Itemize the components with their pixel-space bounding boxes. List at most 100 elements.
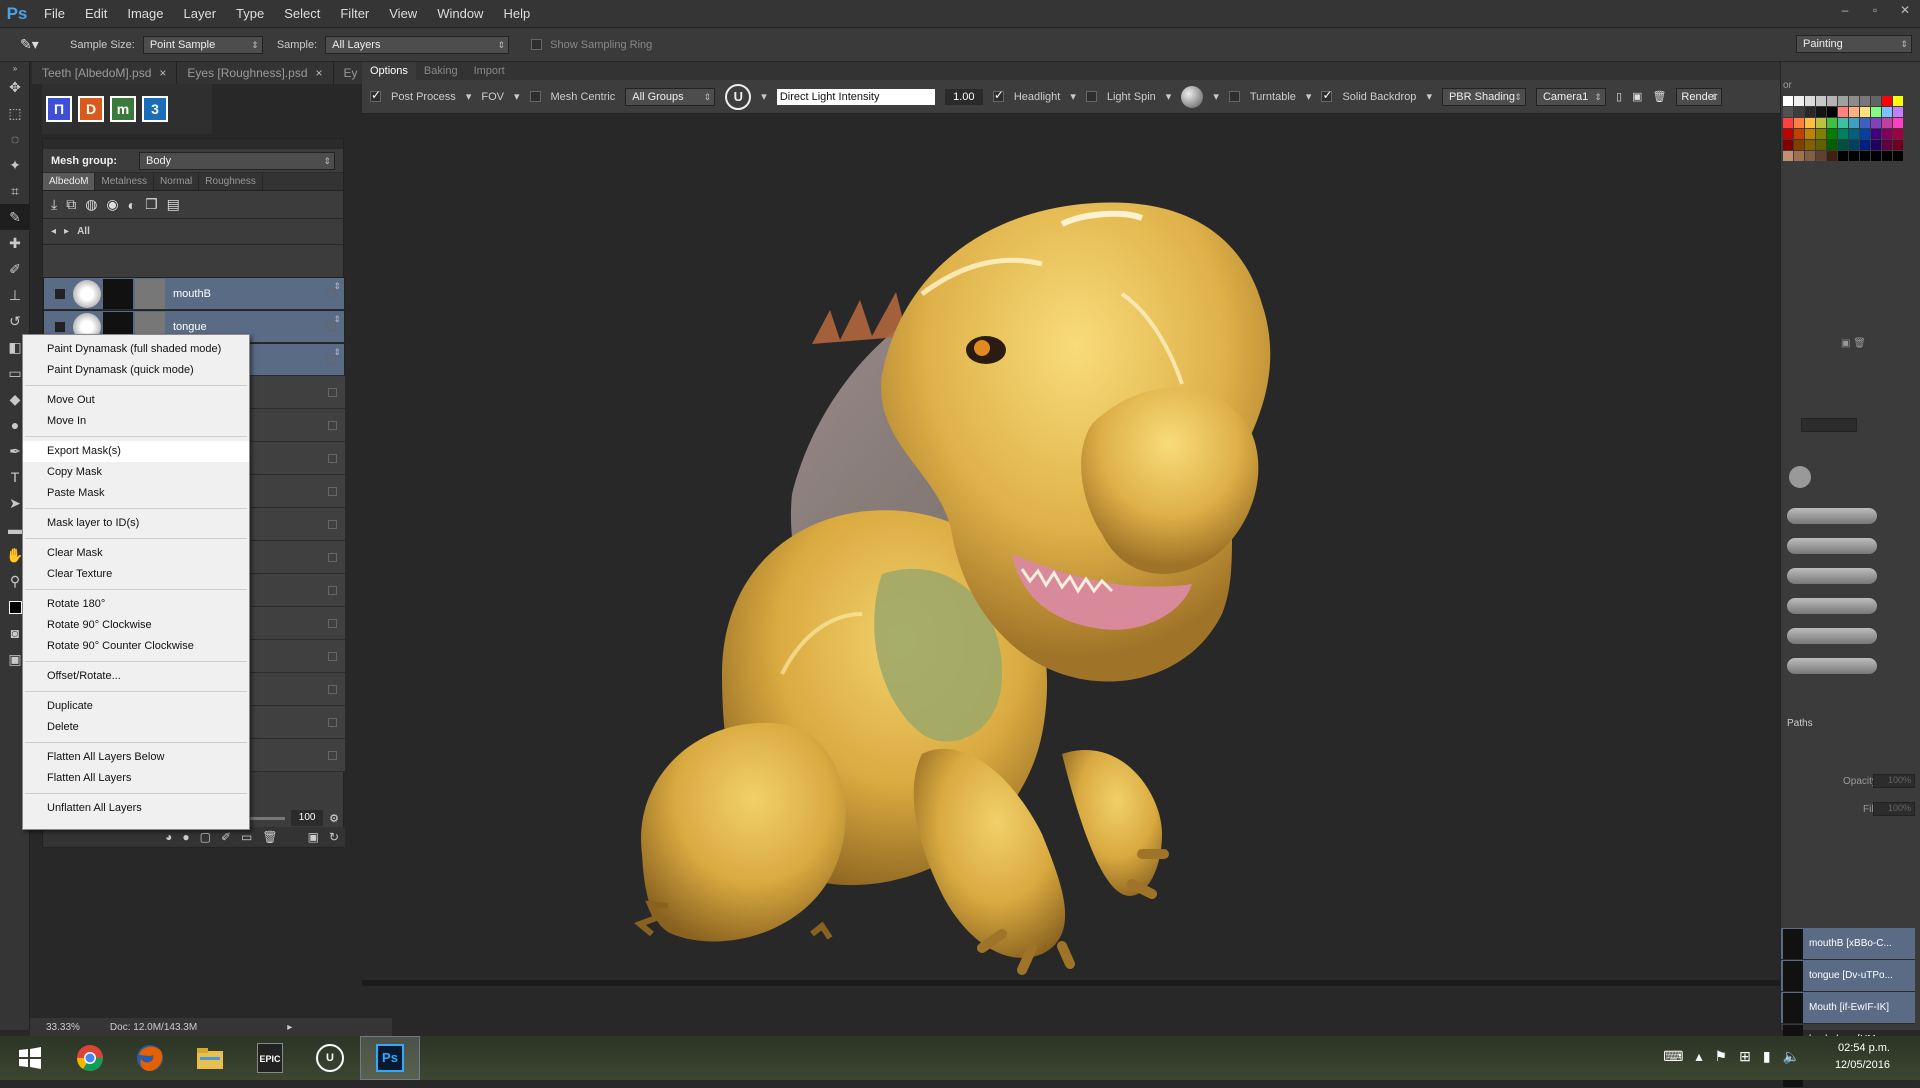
color-swatch[interactable]	[1871, 96, 1881, 106]
brush-size-field[interactable]	[1801, 418, 1857, 432]
zoom-level[interactable]: 33.33%	[46, 1022, 80, 1033]
layer-checkbox[interactable]	[328, 387, 337, 397]
color-swatch[interactable]	[1871, 129, 1881, 139]
marquee-tool-icon[interactable]: ⬚	[0, 100, 30, 126]
layer-checkbox[interactable]	[327, 355, 336, 364]
tab-options[interactable]: Options	[362, 62, 416, 80]
menu-item-clear-texture[interactable]: Clear Texture	[23, 564, 249, 585]
keyboard-icon[interactable]: ⌨	[1663, 1048, 1683, 1065]
render-button[interactable]: Render	[1676, 87, 1723, 106]
color-swatch[interactable]	[1882, 151, 1892, 161]
solid-backdrop-checkbox[interactable]	[1321, 91, 1333, 102]
layer-checkbox[interactable]	[328, 585, 337, 595]
menu-item-duplicate[interactable]: Duplicate	[23, 696, 249, 717]
new-fill-icon[interactable]: ◕	[165, 830, 172, 844]
color-swatch[interactable]	[1816, 140, 1826, 150]
color-swatch[interactable]	[1860, 151, 1870, 161]
color-swatch[interactable]	[1882, 140, 1892, 150]
status-arrow-icon[interactable]: ▸	[287, 1022, 292, 1033]
color-swatch[interactable]	[1783, 129, 1793, 139]
menu-view[interactable]: View	[379, 6, 427, 21]
settings-icon[interactable]: ⚙	[329, 812, 339, 825]
close-icon[interactable]: ✕	[1890, 0, 1920, 22]
document-icon[interactable]: ▯	[1616, 90, 1622, 103]
layer-checkbox[interactable]	[328, 519, 337, 529]
color-swatch[interactable]	[1794, 140, 1804, 150]
color-swatch[interactable]	[1827, 107, 1837, 117]
color-swatch[interactable]	[1838, 151, 1848, 161]
flag-icon[interactable]: ⚑	[1715, 1048, 1728, 1065]
mari-icon[interactable]: m	[110, 96, 136, 122]
color-swatch[interactable]	[1882, 107, 1892, 117]
layer-opacity-field[interactable]: 100%	[1873, 774, 1915, 788]
color-swatch[interactable]	[1893, 118, 1903, 128]
color-swatch[interactable]	[1838, 118, 1848, 128]
ps-layer-row[interactable]: Mouth [if-EwIF-IK]	[1781, 992, 1915, 1024]
sample-size-select[interactable]: Point Sample	[142, 35, 263, 54]
light-param-field[interactable]: Direct Light Intensity	[776, 88, 935, 105]
layer-checkbox[interactable]	[327, 289, 336, 298]
tab-baking[interactable]: Baking	[416, 62, 466, 80]
menu-item-move-in[interactable]: Move In	[23, 411, 249, 432]
brush-tool-icon[interactable]: ✐	[0, 256, 30, 282]
color-swatch[interactable]	[1871, 140, 1881, 150]
color-swatch[interactable]	[1816, 118, 1826, 128]
channel-tab-roughness[interactable]: Roughness	[199, 173, 263, 190]
menu-help[interactable]: Help	[493, 6, 540, 21]
color-swatch[interactable]	[1893, 151, 1903, 161]
color-swatch[interactable]	[1860, 96, 1870, 106]
light-spin-checkbox[interactable]	[1085, 91, 1097, 102]
color-swatch[interactable]	[1783, 118, 1793, 128]
menu-file[interactable]: File	[34, 6, 75, 21]
color-swatch[interactable]	[1893, 129, 1903, 139]
color-swatch[interactable]	[1794, 107, 1804, 117]
nav-back-icon[interactable]: ◂	[51, 226, 56, 237]
color-swatch[interactable]	[1816, 107, 1826, 117]
menu-layer[interactable]: Layer	[174, 6, 227, 21]
ps-layer-row[interactable]: mouthB [xBBo-C...	[1781, 928, 1915, 960]
menu-item-paint-dynamask-quick-mode[interactable]: Paint Dynamask (quick mode)	[23, 360, 249, 381]
color-swatch[interactable]	[1827, 96, 1837, 106]
color-swatch[interactable]	[1860, 129, 1870, 139]
color-swatch[interactable]	[1849, 107, 1859, 117]
color-swatch[interactable]	[1827, 151, 1837, 161]
epic-games-icon[interactable]: EPIC	[240, 1036, 300, 1080]
save-camera-icon[interactable]: ▣	[1632, 90, 1642, 103]
restore-icon[interactable]: ▫	[1860, 0, 1890, 22]
layer-checkbox[interactable]	[328, 750, 337, 760]
substance-designer-icon[interactable]: D	[78, 96, 104, 122]
menu-item-export-mask-s[interactable]: Export Mask(s)	[23, 441, 249, 462]
groups-select[interactable]: All Groups	[625, 87, 716, 106]
eyedropper-tool-icon[interactable]: ✎	[0, 204, 30, 230]
file-explorer-icon[interactable]	[180, 1036, 240, 1080]
doc-tab-teeth[interactable]: Teeth [AlbedoM].psd ×	[32, 62, 178, 84]
layer-checkbox[interactable]	[328, 684, 337, 694]
history-brush-icon[interactable]: ↺	[0, 308, 30, 334]
menu-item-paste-mask[interactable]: Paste Mask	[23, 483, 249, 504]
3d-scene[interactable]	[362, 114, 1780, 986]
menu-item-rotate-180[interactable]: Rotate 180°	[23, 594, 249, 615]
color-swatch[interactable]	[1849, 96, 1859, 106]
layer-checkbox[interactable]	[328, 618, 337, 628]
substance-painter-icon[interactable]: П	[46, 96, 72, 122]
paths-tab[interactable]: Paths	[1787, 718, 1813, 729]
color-swatch[interactable]	[1860, 140, 1870, 150]
color-swatch[interactable]	[1871, 107, 1881, 117]
menu-item-flatten-all-layers-below[interactable]: Flatten All Layers Below	[23, 747, 249, 768]
magic-wand-tool-icon[interactable]: ✦	[0, 152, 30, 178]
color-swatch[interactable]	[1827, 118, 1837, 128]
layer-checkbox[interactable]	[328, 552, 337, 562]
color-swatch[interactable]	[1794, 151, 1804, 161]
unreal-engine-icon[interactable]: U	[300, 1036, 360, 1080]
layer-fill-field[interactable]: 100%	[1873, 802, 1915, 816]
firefox-icon[interactable]	[120, 1036, 180, 1080]
color-swatch[interactable]	[1871, 118, 1881, 128]
layer-checkbox[interactable]	[328, 420, 337, 430]
import-icon[interactable]: ⤓	[51, 196, 57, 213]
menu-item-rotate-90-clockwise[interactable]: Rotate 90° Clockwise	[23, 615, 249, 636]
post-process-checkbox[interactable]	[370, 91, 381, 102]
menu-item-clear-mask[interactable]: Clear Mask	[23, 543, 249, 564]
menu-item-mask-layer-to-id-s[interactable]: Mask layer to ID(s)	[23, 513, 249, 534]
color-swatch[interactable]	[1794, 129, 1804, 139]
mesh-group-select[interactable]: Body	[139, 151, 335, 170]
